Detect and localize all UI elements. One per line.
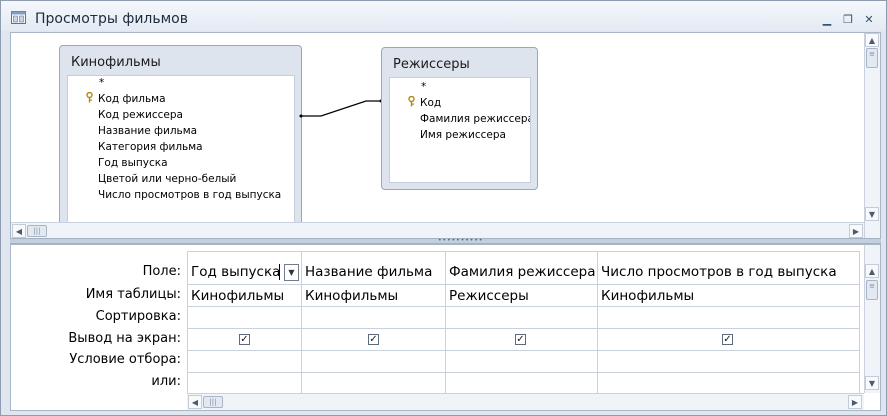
field-cell[interactable]: Название фильма [305, 264, 443, 280]
window-title: Просмотры фильмов [35, 11, 188, 27]
field-item[interactable]: * [421, 81, 426, 93]
scroll-up-arrow-icon[interactable]: ▲ [865, 264, 879, 278]
field-item[interactable]: Год выпуска [98, 157, 168, 169]
scroll-thumb[interactable]: ≡ [866, 280, 878, 300]
show-checkbox[interactable]: ✓ [239, 334, 250, 345]
field-item[interactable]: Цветой или черно-белый [98, 173, 236, 185]
grid-vertical-scrollbar[interactable]: ▲ ≡ ▼ [864, 245, 880, 393]
table-title: Режиссеры [393, 57, 470, 72]
scroll-thumb[interactable]: ||| [27, 225, 47, 237]
scroll-thumb[interactable]: ||| [203, 396, 223, 408]
table-cell[interactable]: Кинофильмы [601, 288, 857, 304]
field-item[interactable]: * [99, 77, 104, 89]
field-list: * Код фильма Код режиссера Название филь… [67, 75, 295, 239]
field-item[interactable]: Код режиссера [98, 109, 183, 121]
row-label-sort: Сортировка: [95, 309, 181, 324]
scroll-down-arrow-icon[interactable]: ▼ [865, 207, 879, 221]
query-design-grid-pane: Поле: Имя таблицы: Сортировка: Вывод на … [10, 244, 881, 411]
field-cell[interactable]: Фамилия режиссера [449, 264, 595, 280]
grid-line [187, 372, 860, 373]
grid-line [301, 251, 302, 410]
table-cell[interactable]: Режиссеры [449, 288, 595, 304]
close-button[interactable]: ✕ [862, 13, 876, 26]
grid-horizontal-scrollbar[interactable]: ◀ ||| ▶ [187, 393, 864, 410]
show-checkbox[interactable]: ✓ [515, 334, 526, 345]
field-item[interactable]: Код фильма [98, 93, 166, 105]
key-icon [85, 91, 94, 106]
field-item[interactable]: Число просмотров в год выпуска [98, 189, 281, 201]
chevron-down-icon[interactable]: ▼ [284, 264, 299, 281]
field-item[interactable]: Код [420, 97, 441, 109]
query-window: Просмотры фильмов ▁ ❐ ✕ Кинофильмы * Код… [0, 0, 887, 416]
show-checkbox[interactable]: ✓ [722, 334, 733, 345]
grid-line [187, 350, 860, 351]
grid-line [187, 251, 860, 252]
minimize-button[interactable]: ▁ [820, 13, 834, 26]
field-item[interactable]: Категория фильма [98, 141, 203, 153]
grid-line [187, 306, 860, 307]
splitter-grip-icon[interactable]: •••••••••• [438, 238, 482, 244]
field-item[interactable]: Имя режиссера [420, 129, 506, 141]
grid-line [187, 328, 860, 329]
scroll-right-arrow-icon[interactable]: ▶ [849, 224, 863, 238]
row-label-table: Имя таблицы: [85, 287, 181, 302]
grid-line [597, 251, 598, 410]
scroll-up-arrow-icon[interactable]: ▲ [865, 33, 879, 47]
design-grid: Год выпуска ▼ Кинофильмы ✓ Название филь… [187, 251, 860, 410]
grid-line [859, 251, 860, 410]
text-caret [279, 264, 280, 280]
table-diagram-pane: Кинофильмы * Код фильма Код режиссера На… [10, 32, 881, 240]
title-bar: Просмотры фильмов ▁ ❐ ✕ [1, 1, 886, 31]
field-list: * Код Фамилия режиссера Имя режиссера [389, 77, 531, 183]
scroll-left-arrow-icon[interactable]: ◀ [12, 224, 26, 238]
table-cell[interactable]: Кинофильмы [191, 288, 299, 304]
row-label-or: или: [151, 374, 181, 389]
table-title: Кинофильмы [71, 55, 161, 70]
scroll-left-arrow-icon[interactable]: ◀ [188, 395, 202, 409]
field-cell[interactable]: Год выпуска [191, 264, 279, 280]
scroll-down-arrow-icon[interactable]: ▼ [865, 376, 879, 390]
restore-button[interactable]: ❐ [841, 13, 855, 26]
query-window-icon [11, 11, 26, 24]
field-cell[interactable]: Число просмотров в год выпуска [601, 264, 857, 280]
show-checkbox[interactable]: ✓ [368, 334, 379, 345]
key-icon [407, 95, 416, 110]
scroll-right-arrow-icon[interactable]: ▶ [848, 395, 862, 409]
field-item[interactable]: Фамилия режиссера [420, 113, 530, 125]
row-label-field: Поле: [142, 264, 181, 279]
row-label-criteria: Условие отбора: [69, 352, 181, 367]
grid-line [445, 251, 446, 410]
row-label-show: Вывод на экран: [68, 331, 181, 346]
grid-line [187, 284, 860, 285]
relationship-line[interactable] [291, 93, 391, 123]
scroll-thumb[interactable]: ≡ [866, 48, 878, 68]
diagram-vertical-scrollbar[interactable]: ▲ ≡ ▼ [864, 33, 880, 239]
grid-line [187, 251, 188, 410]
table-cell[interactable]: Кинофильмы [305, 288, 443, 304]
field-item[interactable]: Название фильма [98, 125, 197, 137]
table-box-kinofilmy[interactable]: Кинофильмы * Код фильма Код режиссера На… [59, 45, 302, 239]
table-box-rezhissery[interactable]: Режиссеры * Код Фамилия режиссера Имя ре… [381, 47, 538, 190]
